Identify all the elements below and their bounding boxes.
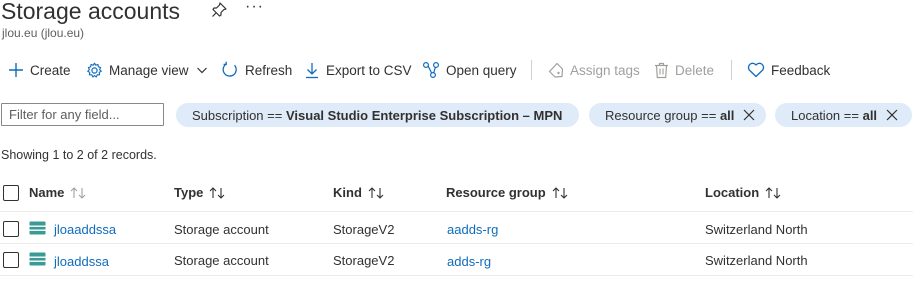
row-resource-group-link[interactable]: adds-rg bbox=[447, 254, 491, 269]
row-resource-group-link[interactable]: aadds-rg bbox=[447, 222, 498, 237]
storage-account-icon bbox=[29, 221, 46, 235]
records-count: Showing 1 to 2 of 2 records. bbox=[1, 148, 157, 162]
row-name-link[interactable]: jloaddssa bbox=[54, 254, 109, 269]
close-icon[interactable] bbox=[743, 109, 755, 121]
records-to: 2 bbox=[76, 148, 84, 162]
row-kind: StorageV2 bbox=[333, 253, 395, 268]
row-divider bbox=[0, 275, 913, 276]
pin-icon[interactable] bbox=[210, 1, 228, 19]
filter-operator: == bbox=[267, 107, 283, 123]
manage-view-label: Manage view bbox=[109, 62, 189, 78]
filter-key: Location bbox=[791, 107, 841, 123]
toolbar-divider bbox=[531, 60, 532, 80]
records-from: 1 bbox=[52, 148, 60, 162]
row-name-link[interactable]: jloaaddssa bbox=[54, 222, 116, 237]
export-csv-label: Export to CSV bbox=[326, 62, 412, 78]
directory-subtitle: jlou.eu (jlou.eu) bbox=[2, 26, 85, 40]
toolbar-divider bbox=[731, 60, 732, 80]
row-checkbox[interactable] bbox=[3, 221, 19, 237]
column-header-type[interactable]: Type bbox=[174, 185, 225, 200]
records-total: 2 bbox=[101, 148, 109, 162]
row-checkbox[interactable] bbox=[3, 252, 19, 268]
column-header-resource-group[interactable]: Resource group bbox=[446, 185, 568, 200]
gear-icon bbox=[87, 62, 102, 78]
select-all-checkbox[interactable] bbox=[3, 185, 19, 201]
open-query-label: Open query bbox=[446, 62, 517, 78]
sort-icon bbox=[552, 186, 568, 199]
filter-value: Visual Studio Enterprise Subscription – … bbox=[285, 107, 563, 123]
plus-icon bbox=[9, 63, 23, 77]
download-icon bbox=[306, 62, 318, 78]
delete-button[interactable]: Delete bbox=[654, 58, 714, 82]
records-suffix: records. bbox=[111, 148, 157, 162]
column-header-kind[interactable]: Kind bbox=[333, 185, 384, 200]
column-label-resource-group: Resource group bbox=[446, 185, 546, 200]
row-type: Storage account bbox=[174, 222, 269, 237]
column-label-type: Type bbox=[174, 185, 204, 200]
column-label-name: Name bbox=[29, 185, 65, 200]
create-button[interactable]: Create bbox=[8, 58, 71, 82]
column-label-location: Location bbox=[705, 185, 760, 200]
row-type: Storage account bbox=[174, 253, 269, 268]
records-of-word: of bbox=[87, 148, 98, 162]
filter-value: all bbox=[862, 107, 878, 123]
filter-operator: == bbox=[701, 107, 717, 123]
column-label-kind: Kind bbox=[333, 185, 362, 200]
filter-value: all bbox=[719, 107, 735, 123]
filter-input[interactable] bbox=[1, 103, 164, 126]
feedback-button[interactable]: Feedback bbox=[747, 58, 830, 82]
assign-tags-button[interactable]: Assign tags bbox=[548, 58, 640, 82]
row-location: Switzerland North bbox=[705, 253, 808, 268]
open-query-button[interactable]: Open query bbox=[422, 58, 517, 82]
close-icon[interactable] bbox=[886, 109, 898, 121]
row-divider bbox=[0, 243, 913, 244]
refresh-button[interactable]: Refresh bbox=[221, 58, 292, 82]
subscription-filter-pill[interactable]: Subscription == Visual Studio Enterprise… bbox=[176, 103, 579, 127]
row-kind: StorageV2 bbox=[333, 222, 395, 237]
filter-key: Subscription bbox=[192, 107, 264, 123]
create-label: Create bbox=[30, 62, 71, 78]
resource-group-filter-pill[interactable]: Resource group == all bbox=[589, 103, 766, 127]
row-divider bbox=[0, 211, 913, 212]
heart-icon bbox=[747, 62, 765, 78]
manage-view-button[interactable]: Manage view bbox=[86, 58, 208, 82]
sort-icon bbox=[210, 186, 225, 199]
query-icon bbox=[422, 61, 440, 79]
sort-icon bbox=[368, 186, 384, 199]
row-location: Switzerland North bbox=[705, 222, 808, 237]
delete-label: Delete bbox=[675, 62, 715, 78]
records-to-word: to bbox=[62, 148, 74, 162]
tag-icon bbox=[548, 62, 564, 78]
storage-account-icon bbox=[29, 252, 46, 266]
column-header-name[interactable]: Name bbox=[29, 185, 86, 200]
sort-icon bbox=[765, 186, 781, 199]
column-header-location[interactable]: Location bbox=[705, 185, 781, 200]
trash-icon bbox=[655, 62, 668, 78]
sort-icon bbox=[71, 186, 86, 199]
filter-operator: == bbox=[843, 107, 859, 123]
refresh-label: Refresh bbox=[245, 62, 293, 78]
page-title: Storage accounts bbox=[1, 0, 181, 24]
assign-tags-label: Assign tags bbox=[570, 62, 640, 78]
export-csv-button[interactable]: Export to CSV bbox=[304, 58, 412, 82]
location-filter-pill[interactable]: Location == all bbox=[775, 103, 912, 127]
records-prefix: Showing bbox=[1, 148, 49, 162]
refresh-icon bbox=[222, 61, 237, 77]
filter-key: Resource group bbox=[605, 107, 698, 123]
more-icon[interactable]: ··· bbox=[245, 0, 264, 16]
feedback-label: Feedback bbox=[771, 62, 831, 78]
chevron-down-icon bbox=[196, 67, 207, 74]
